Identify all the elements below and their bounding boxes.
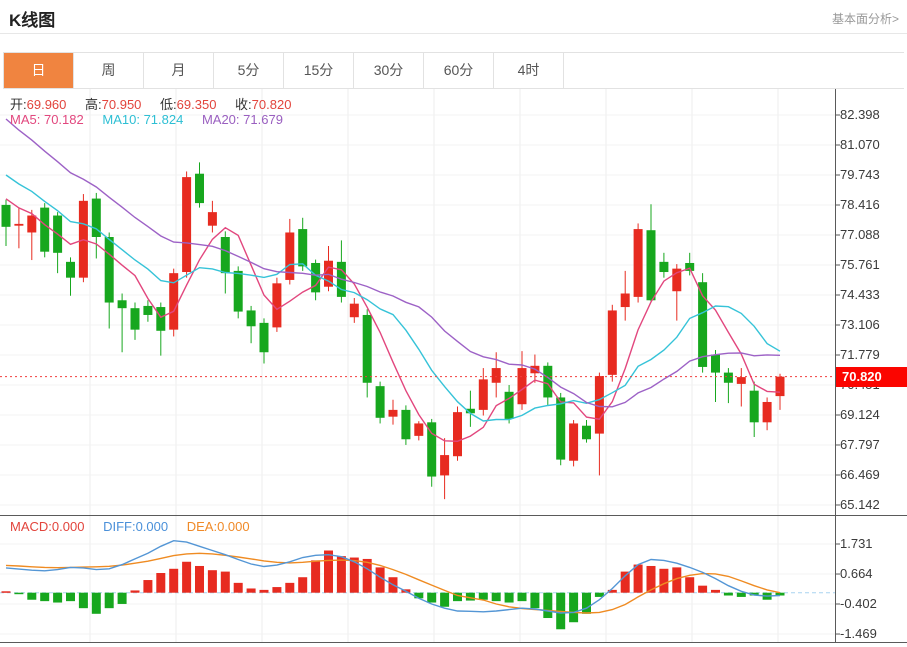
- tab-interval-4[interactable]: 15分: [284, 53, 354, 88]
- last-price-value: 70.820: [842, 369, 882, 384]
- tab-interval-1[interactable]: 周: [74, 53, 144, 88]
- tab-interval-5[interactable]: 30分: [354, 53, 424, 88]
- page-title: K线图: [9, 6, 55, 31]
- kline-chart-canvas[interactable]: [0, 0, 907, 647]
- fundamental-analysis-link[interactable]: 基本面分析>: [832, 10, 899, 27]
- tab-interval-0[interactable]: 日: [4, 53, 74, 88]
- tab-interval-6[interactable]: 60分: [424, 53, 494, 88]
- page-header: K线图 基本面分析>: [0, 0, 907, 34]
- interval-tabbar: 日周月5分15分30分60分4时: [3, 52, 904, 89]
- tab-interval-3[interactable]: 5分: [214, 53, 284, 88]
- tab-interval-2[interactable]: 月: [144, 53, 214, 88]
- last-price-marker: 70.820: [836, 367, 907, 387]
- tab-interval-7[interactable]: 4时: [494, 53, 564, 88]
